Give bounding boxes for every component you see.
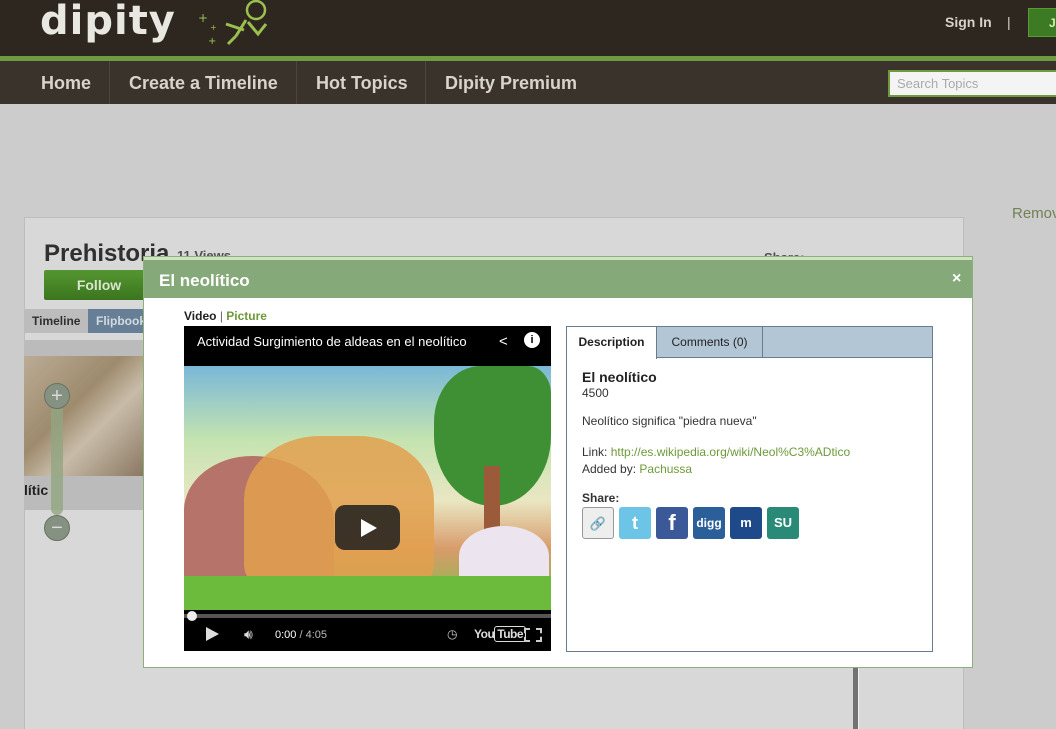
twitter-icon[interactable]: t — [619, 507, 651, 539]
video-time-current: 0:00 — [275, 629, 297, 641]
info-icon[interactable]: i — [524, 332, 540, 348]
event-link-row: Link: http://es.wikipedia.org/wiki/Neol%… — [582, 445, 850, 459]
video-scrubber[interactable] — [187, 611, 197, 621]
youtube-logo-text: You — [474, 627, 495, 641]
media-tabs: Video | Picture — [184, 309, 267, 323]
added-by-row: Added by: Pachussa — [582, 462, 692, 476]
video-time: 0:00 / 4:05 — [275, 629, 327, 641]
youtube-logo-box: Tube — [494, 626, 527, 642]
modal-header: El neolítico × — [144, 257, 972, 298]
main-nav: Home Create a Timeline Hot Topics Dipity… — [0, 61, 1056, 104]
share-icon[interactable]: < — [499, 333, 508, 350]
svg-text:+: + — [208, 36, 216, 47]
event-year: 4500 — [582, 386, 609, 400]
event-title: El neolítico — [582, 369, 657, 385]
fullscreen-icon[interactable] — [524, 628, 542, 642]
tab-description[interactable]: Description — [567, 327, 657, 359]
header-separator: | — [1007, 14, 1011, 30]
video-player[interactable]: Actividad Surgimiento de aldeas en el ne… — [184, 326, 551, 651]
event-link-label: Link: — [582, 445, 608, 459]
top-header: dipity + + + Sign In | J — [0, 0, 1056, 56]
event-description: Neolítico significa "piedra nueva" — [582, 414, 757, 428]
facebook-icon[interactable]: f — [656, 507, 688, 539]
digg-icon[interactable]: digg — [693, 507, 725, 539]
description-panel: Description Comments (0) El neolítico 45… — [566, 326, 933, 652]
media-tab-separator: | — [219, 309, 223, 323]
added-by-label: Added by: — [582, 462, 637, 476]
play-control-icon[interactable] — [206, 627, 219, 641]
nav-create-timeline[interactable]: Create a Timeline — [129, 61, 278, 104]
svg-text:+: + — [210, 23, 217, 32]
logo-mascot-icon: + + + — [198, 0, 268, 47]
video-thumbnail[interactable] — [184, 366, 551, 610]
share-label: Share: — [582, 491, 620, 505]
nav-dipity-premium[interactable]: Dipity Premium — [445, 61, 577, 104]
nav-home[interactable]: Home — [41, 61, 91, 104]
added-by-user-link[interactable]: Pachussa — [639, 462, 692, 476]
modal-title: El neolítico — [159, 271, 250, 290]
event-modal: El neolítico × Video | Picture Actividad… — [143, 256, 973, 668]
scene-grass — [184, 576, 551, 610]
link-icon[interactable]: 🔗 — [582, 507, 614, 539]
youtube-logo[interactable]: You Tube — [474, 626, 527, 642]
close-icon[interactable]: × — [952, 270, 961, 288]
video-time-separator: / — [296, 629, 306, 641]
myspace-icon[interactable]: m — [730, 507, 762, 539]
nav-divider — [109, 61, 110, 104]
video-progress-bar[interactable] — [184, 614, 551, 618]
description-tabs: Description Comments (0) — [567, 327, 932, 359]
play-icon[interactable] — [335, 505, 400, 550]
event-link[interactable]: http://es.wikipedia.org/wiki/Neol%C3%ADt… — [611, 445, 850, 459]
video-controls: 🔊︎ 0:00 / 4:05 ◷ You Tube — [184, 622, 551, 651]
tab-picture[interactable]: Picture — [226, 309, 267, 323]
nav-divider — [425, 61, 426, 104]
volume-icon[interactable]: 🔊︎ — [244, 626, 253, 643]
stumbleupon-icon[interactable]: SU — [767, 507, 799, 539]
video-title[interactable]: Actividad Surgimiento de aldeas en el ne… — [197, 334, 467, 349]
tab-video[interactable]: Video — [184, 309, 216, 323]
watch-later-icon[interactable]: ◷ — [447, 627, 457, 641]
join-button[interactable]: J — [1028, 8, 1056, 37]
nav-hot-topics[interactable]: Hot Topics — [316, 61, 408, 104]
dipity-logo[interactable]: dipity — [40, 0, 176, 44]
tab-comments[interactable]: Comments (0) — [657, 327, 763, 358]
search-input[interactable]: Search Topics — [888, 70, 1056, 97]
svg-text:+: + — [198, 11, 208, 25]
sign-in-link[interactable]: Sign In — [945, 14, 992, 30]
video-time-total: 4:05 — [305, 629, 328, 641]
nav-divider — [296, 61, 297, 104]
